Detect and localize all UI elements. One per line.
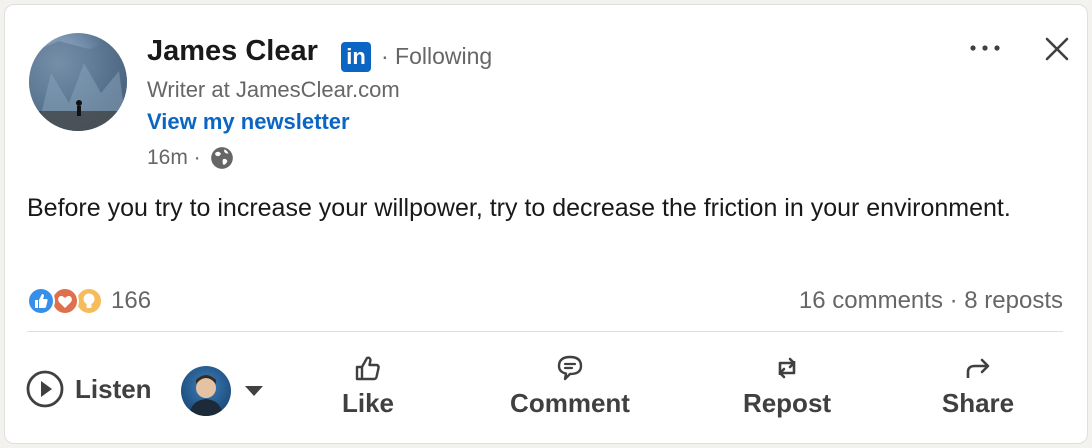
close-icon (1045, 37, 1069, 61)
newsletter-link[interactable]: View my newsletter (147, 109, 350, 135)
repost-button[interactable]: Repost (712, 353, 862, 419)
comment-icon (557, 355, 583, 381)
comment-label: Comment (510, 388, 630, 418)
love-icon (51, 287, 79, 315)
listen-button[interactable]: Listen (25, 369, 152, 409)
reaction-count: 166 (111, 287, 152, 314)
post-time: 16m · (147, 146, 201, 169)
feed-post-card: James Clear in · Following Writer at Jam… (4, 4, 1088, 444)
play-icon (26, 370, 64, 408)
linkedin-badge-icon: in (341, 42, 371, 72)
share-arrow-icon (966, 358, 990, 378)
comments-reposts-count[interactable]: 16 comments · 8 reposts (799, 287, 1063, 315)
like-button[interactable]: Like (293, 353, 443, 419)
globe-icon (210, 147, 233, 169)
thumbs-up-icon (355, 356, 380, 381)
repost-icon (778, 357, 796, 379)
caret-down-icon (245, 386, 263, 396)
like-label: Like (341, 388, 395, 418)
follow-status: · Following (381, 43, 493, 69)
reaction-icons (27, 286, 109, 316)
author-avatar[interactable] (29, 33, 127, 131)
share-button[interactable]: Share (903, 353, 1053, 419)
repost-label: Repost (742, 388, 832, 418)
reactions-summary[interactable]: 166 (27, 285, 151, 317)
listen-label: Listen (75, 373, 152, 404)
dismiss-post-button[interactable] (1039, 31, 1075, 67)
avatar-photo (29, 37, 127, 131)
author-name[interactable]: James Clear (147, 35, 318, 68)
author-headline: Writer at JamesClear.com (147, 77, 400, 102)
comment-button[interactable]: Comment (495, 353, 645, 419)
post-meta: 16m · (147, 145, 235, 171)
react-as-selector[interactable] (181, 366, 265, 416)
share-label: Share (941, 388, 1015, 418)
more-options-button[interactable] (965, 31, 1005, 65)
like-icon (27, 287, 55, 315)
post-text: Before you try to increase your willpowe… (27, 194, 1011, 222)
actor-avatar (181, 366, 231, 416)
ellipsis-icon (970, 45, 1000, 51)
insightful-icon (75, 287, 103, 315)
divider (27, 331, 1063, 332)
